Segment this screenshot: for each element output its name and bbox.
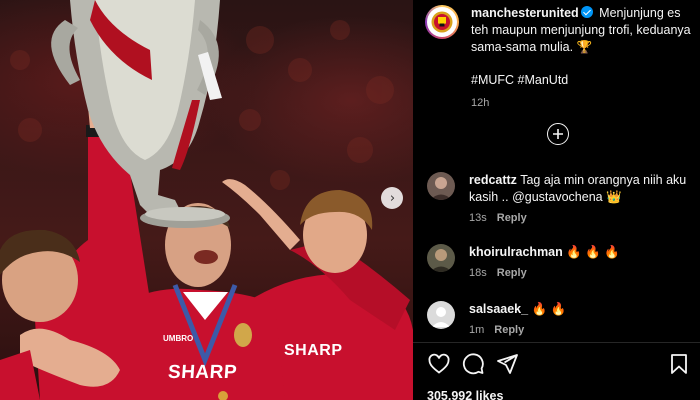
comment-text: 🔥 🔥 🔥 (566, 245, 620, 259)
reply-button[interactable]: Reply (497, 212, 527, 224)
comment-username[interactable]: khoirulrachman (469, 245, 563, 259)
post-actions-bar (427, 352, 689, 376)
post-caption: manchesterunited Menjunjung es teh maupu… (425, 5, 697, 112)
comment-item: salsaaek_ 🔥 🔥 1m Reply (427, 301, 697, 339)
comment-item: khoirulrachman 🔥 🔥 🔥 18s Reply (427, 244, 697, 282)
shirt-brand-label: UMBRO (163, 334, 194, 343)
next-photo-button[interactable]: › (381, 187, 403, 209)
chevron-right-icon: › (389, 190, 396, 206)
comment-time: 1m (469, 324, 485, 336)
post-photo[interactable]: SHARP SHARP UMBRO › (0, 0, 413, 400)
comment-time: 18s (469, 267, 487, 279)
commenter-avatar[interactable] (427, 172, 455, 200)
comment-text: 🔥 🔥 (531, 302, 567, 316)
plus-circle-icon (553, 129, 563, 139)
comment-username[interactable]: redcattz (469, 173, 517, 187)
trophy (51, 0, 230, 228)
reply-button[interactable]: Reply (497, 267, 527, 279)
actions-divider (413, 342, 700, 343)
post-side-panel: manchesterunited Menjunjung es teh maupu… (413, 0, 700, 400)
comment-username[interactable]: salsaaek_ (469, 302, 528, 316)
club-crest-icon (431, 11, 453, 33)
comment-time: 13s (469, 212, 487, 224)
bookmark-icon[interactable] (667, 352, 691, 376)
photo-illustration (0, 0, 413, 400)
heart-icon[interactable] (427, 352, 451, 376)
account-avatar[interactable] (425, 5, 459, 39)
comment-icon[interactable] (461, 352, 485, 376)
comment-item: redcattz Tag aja min orangnya niih aku k… (427, 172, 697, 227)
load-more-comments-button[interactable] (547, 123, 569, 145)
likes-count[interactable]: 305,992 likes (427, 389, 503, 400)
verified-badge-icon (580, 6, 593, 18)
post-time: 12h (471, 97, 490, 109)
commenter-avatar[interactable] (427, 244, 455, 272)
share-icon[interactable] (495, 352, 519, 376)
commenter-avatar-default[interactable] (427, 301, 455, 329)
post-username[interactable]: manchesterunited (471, 6, 579, 20)
caption-hashtags[interactable]: #MUFC #ManUtd (471, 72, 695, 89)
shirt-sponsor-center: SHARP (167, 362, 238, 383)
reply-button[interactable]: Reply (494, 324, 524, 336)
shirt-sponsor-right: SHARP (284, 342, 343, 359)
